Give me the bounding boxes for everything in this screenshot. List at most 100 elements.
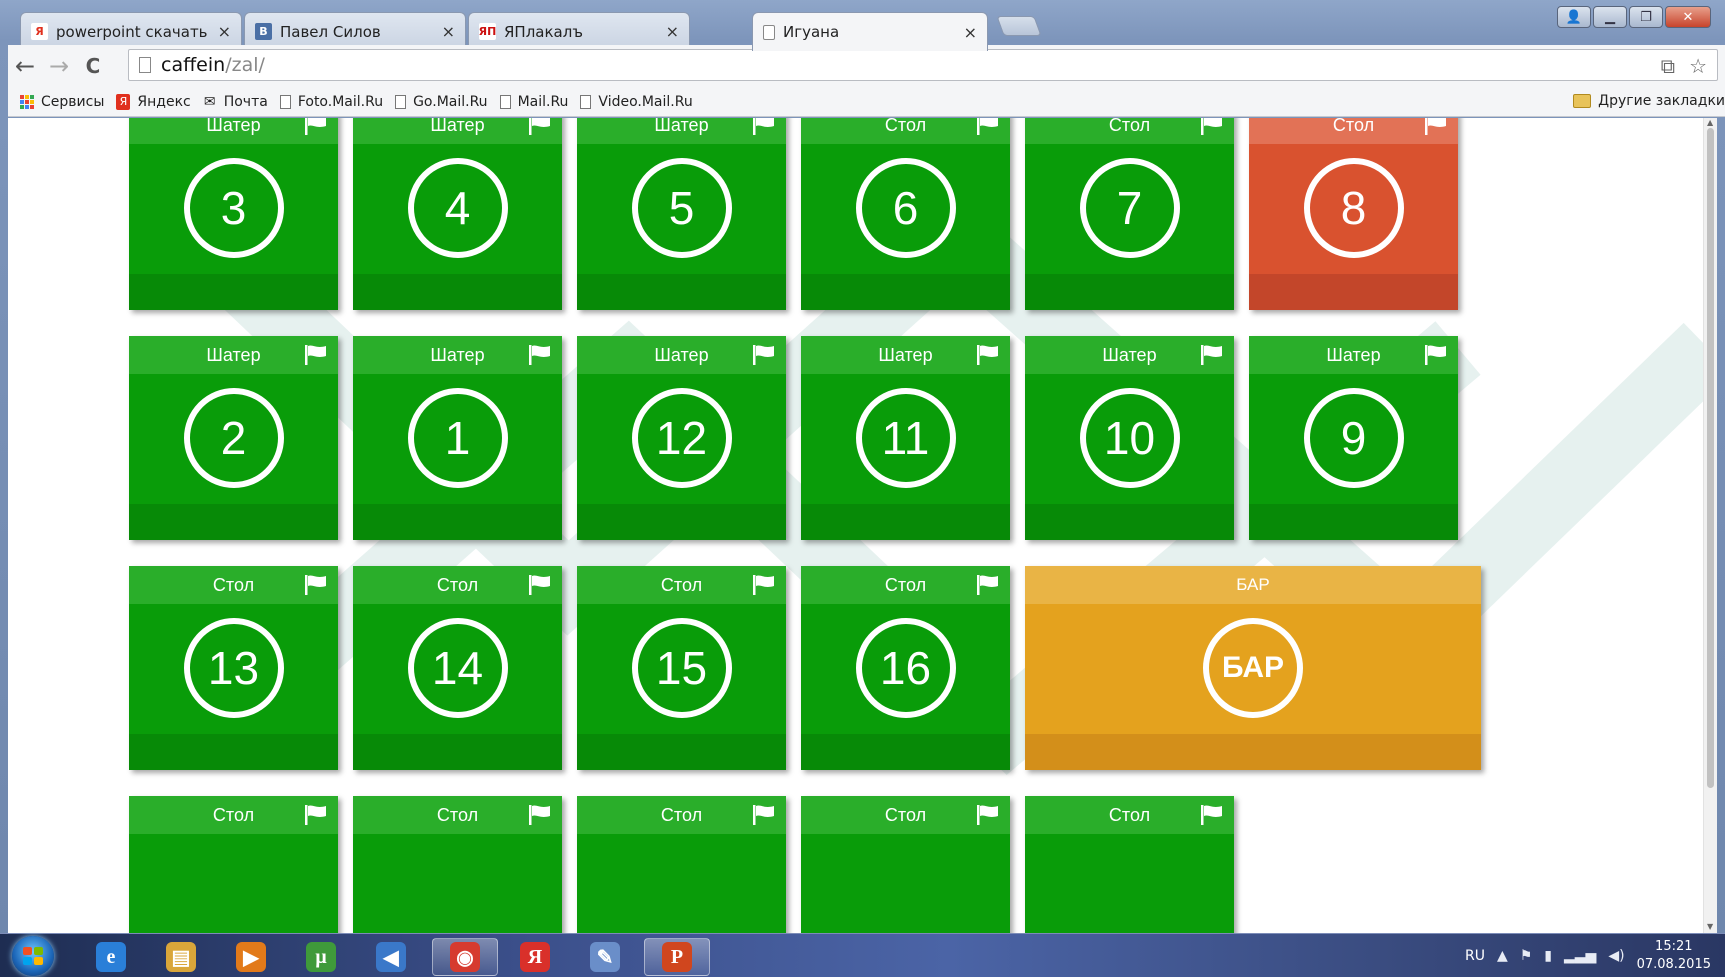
table-tile[interactable]: Шатер 10 [1025, 336, 1234, 540]
table-tile[interactable]: Стол 7 [1025, 118, 1234, 310]
table-tile[interactable]: Шатер 3 [129, 118, 338, 310]
bookmark-star-icon[interactable]: ☆ [1689, 54, 1707, 78]
bookmark-item[interactable]: ✉ Почта [203, 94, 268, 110]
flag-icon[interactable] [528, 344, 552, 366]
flag-icon[interactable] [528, 118, 552, 136]
table-tile[interactable]: Стол [129, 796, 338, 933]
close-tab-icon[interactable]: × [218, 22, 231, 41]
user-profile-button[interactable]: 👤 [1557, 6, 1591, 28]
scroll-up-icon[interactable]: ▲ [1707, 118, 1713, 127]
other-bookmarks[interactable]: Другие закладки [1573, 93, 1725, 109]
flag-icon[interactable] [304, 574, 328, 596]
flag-icon[interactable] [976, 804, 1000, 826]
taskbar-app-button[interactable]: ▤ [148, 938, 214, 976]
flag-icon[interactable] [976, 118, 1000, 136]
explorer-icon: ▤ [166, 942, 196, 972]
network-signal-icon[interactable]: ▂▃▅ [1564, 948, 1596, 964]
table-tile[interactable]: Шатер 5 [577, 118, 786, 310]
close-tab-icon[interactable]: × [442, 22, 455, 41]
table-number: 5 [631, 158, 732, 258]
flag-icon[interactable] [304, 344, 328, 366]
table-tile[interactable]: Шатер 12 [577, 336, 786, 540]
flag-icon[interactable] [752, 804, 776, 826]
table-number: 1 [407, 388, 508, 488]
flag-icon[interactable] [304, 118, 328, 136]
taskbar-app-button[interactable]: ✎ [572, 938, 638, 976]
windows-taskbar: e ▤ ▶ µ ◀ ◉ Я ✎ P RU ▲ ⚑ ▮ ▂▃▅ ◀) 15:21 07.08.20… [0, 933, 1725, 977]
table-tile[interactable]: Стол [353, 796, 562, 933]
translate-icon[interactable]: ⧉ [1661, 54, 1675, 78]
volume-icon[interactable]: ◀) [1608, 948, 1624, 964]
flag-icon[interactable] [1200, 804, 1224, 826]
clock-time: 15:21 [1655, 939, 1693, 954]
flag-icon[interactable] [752, 574, 776, 596]
table-tile[interactable]: Стол [801, 796, 1010, 933]
language-indicator[interactable]: RU [1465, 948, 1485, 964]
table-tile[interactable]: Стол [577, 796, 786, 933]
flag-icon[interactable] [976, 574, 1000, 596]
show-hidden-icons-icon[interactable]: ▲ [1497, 948, 1508, 964]
taskbar-app-button[interactable]: ◀ [358, 938, 424, 976]
address-bar[interactable]: caffein/zal/ ⧉ ☆ [128, 49, 1718, 81]
taskbar-app-button[interactable]: ▶ [218, 938, 284, 976]
table-tile[interactable]: Шатер 1 [353, 336, 562, 540]
action-center-flag-icon[interactable]: ⚑ [1520, 948, 1533, 964]
table-tile[interactable]: Стол 14 [353, 566, 562, 770]
clock[interactable]: 15:21 07.08.2015 [1637, 938, 1711, 974]
taskbar-app-button[interactable]: Я [502, 938, 568, 976]
scroll-down-icon[interactable]: ▼ [1707, 922, 1713, 931]
table-tile[interactable]: Стол 6 [801, 118, 1010, 310]
tab-iguana[interactable]: Игуана × [752, 12, 988, 51]
tile-footer [1025, 734, 1481, 770]
tile-footer [1249, 274, 1458, 310]
flag-icon[interactable] [1200, 118, 1224, 136]
close-window-button[interactable]: ✕ [1665, 6, 1711, 28]
flag-icon[interactable] [528, 574, 552, 596]
bar-tile[interactable]: БАР БАР [1025, 566, 1481, 770]
bookmark-item[interactable]: Я Яндекс [116, 93, 191, 110]
bookmark-item[interactable]: Video.Mail.Ru [580, 94, 693, 110]
table-tile[interactable]: Шатер 9 [1249, 336, 1458, 540]
bookmark-item[interactable]: Foto.Mail.Ru [279, 94, 383, 110]
table-tile[interactable]: Шатер 2 [129, 336, 338, 540]
flag-icon[interactable] [1200, 344, 1224, 366]
taskbar-app-button[interactable]: µ [288, 938, 354, 976]
table-tile[interactable]: Шатер 11 [801, 336, 1010, 540]
taskbar-app-button[interactable]: P [644, 938, 710, 976]
maximize-button[interactable]: ❐ [1629, 6, 1663, 28]
flag-icon[interactable] [1424, 118, 1448, 136]
table-tile[interactable]: Шатер 4 [353, 118, 562, 310]
start-button[interactable] [12, 936, 54, 976]
table-tile[interactable]: Стол [1025, 796, 1234, 933]
bookmark-item[interactable]: Mail.Ru [499, 94, 568, 110]
close-tab-icon[interactable]: × [964, 23, 977, 42]
bookmark-item[interactable]: Сервисы [20, 94, 104, 110]
close-tab-icon[interactable]: × [666, 22, 679, 41]
scrollbar-thumb[interactable] [1707, 128, 1714, 788]
mail-icon: ✉ [203, 93, 216, 110]
table-tile[interactable]: Стол 16 [801, 566, 1010, 770]
flag-icon[interactable] [1424, 344, 1448, 366]
new-tab-button[interactable] [996, 16, 1042, 36]
flag-icon[interactable] [304, 804, 328, 826]
flag-icon[interactable] [976, 344, 1000, 366]
reload-button[interactable]: C [76, 54, 110, 78]
chrome-icon: ◉ [450, 942, 480, 972]
table-tile[interactable]: Стол 13 [129, 566, 338, 770]
minimize-button[interactable]: ▁ [1593, 6, 1627, 28]
forward-button[interactable]: → [42, 52, 76, 80]
flag-icon[interactable] [752, 118, 776, 136]
back-button[interactable]: ← [8, 52, 42, 80]
taskbar-app-button[interactable]: e [78, 938, 144, 976]
yandex-favicon-icon: Я [31, 23, 48, 40]
table-tile[interactable]: Стол 15 [577, 566, 786, 770]
flag-icon[interactable] [752, 344, 776, 366]
bookmark-item[interactable]: Go.Mail.Ru [395, 94, 488, 110]
media-player-icon: ▶ [236, 942, 266, 972]
power-icon[interactable]: ▮ [1544, 948, 1552, 964]
vertical-scrollbar[interactable]: ▲ ▼ [1703, 118, 1717, 933]
taskbar-app-button[interactable]: ◉ [432, 938, 498, 976]
flag-icon[interactable] [528, 804, 552, 826]
table-number: 2 [183, 388, 284, 488]
table-tile[interactable]: Стол 8 [1249, 118, 1458, 310]
